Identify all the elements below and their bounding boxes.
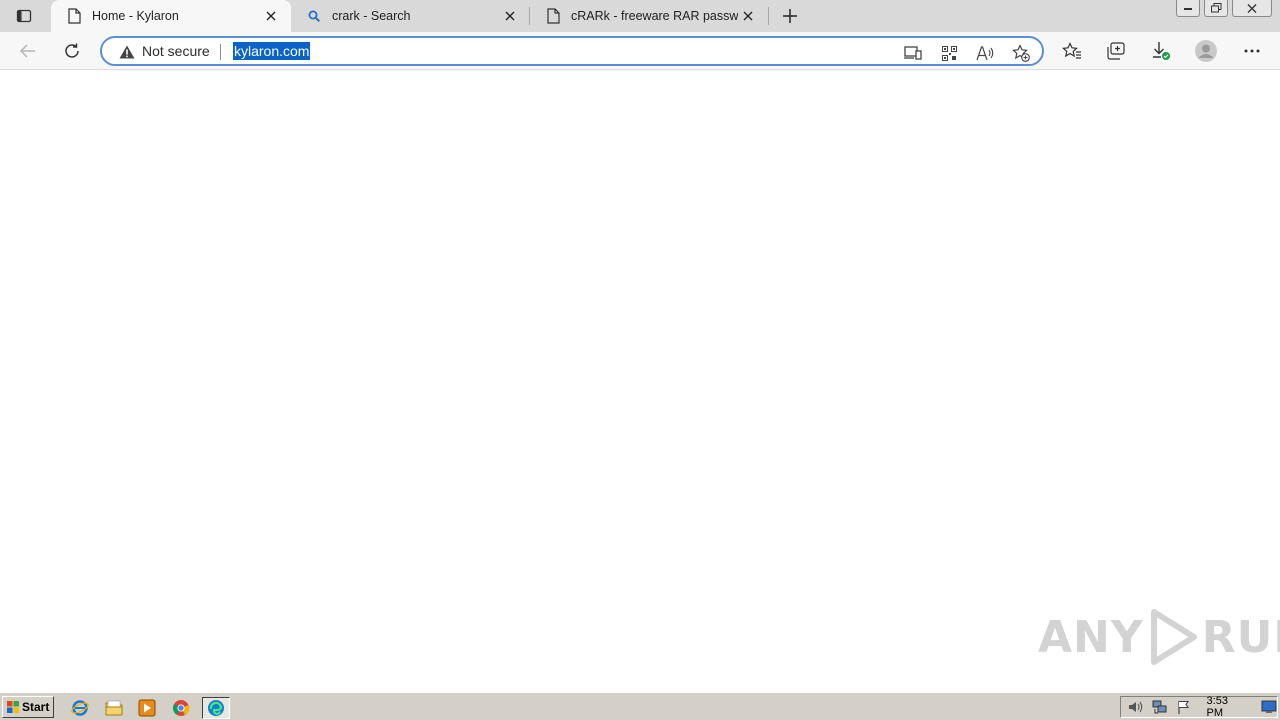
browser-toolbar: Not secure kylaron.com: [0, 32, 1280, 70]
close-icon: [1247, 3, 1257, 13]
profile-button[interactable]: [1192, 37, 1220, 65]
chrome-icon: [173, 700, 190, 716]
app-install-icon: [904, 46, 922, 60]
tab-title: crark - Search: [332, 9, 411, 23]
ie-icon: [71, 700, 89, 716]
new-tab-button[interactable]: [778, 4, 802, 28]
app-available-button[interactable]: [902, 42, 924, 64]
warning-icon: [119, 45, 135, 59]
tab-home-kylaron[interactable]: Home - Kylaron: [51, 0, 291, 32]
quicklaunch-media-player[interactable]: [136, 697, 158, 719]
favorites-icon: [1062, 42, 1081, 59]
add-favorite-button[interactable]: [1010, 42, 1032, 64]
tab-title: Home - Kylaron: [92, 9, 179, 23]
restore-icon: [1210, 3, 1221, 13]
refresh-icon: [65, 43, 79, 58]
qr-code-button[interactable]: [938, 42, 960, 64]
download-icon: [1153, 42, 1170, 60]
star-add-icon: [1012, 44, 1030, 62]
flag-icon: [1178, 700, 1189, 714]
taskbar-clock[interactable]: 3:53 PM: [1207, 695, 1248, 719]
settings-more-button[interactable]: [1238, 37, 1266, 65]
minimize-icon: [1184, 8, 1192, 10]
close-tab-icon[interactable]: [261, 6, 281, 26]
collections-icon: [1107, 42, 1125, 60]
tab-crark-search[interactable]: crark - Search: [291, 0, 530, 32]
tab-strip: Home - Kylaron crark - Search cRARk - fr…: [0, 0, 1280, 32]
url-text[interactable]: kylaron.com: [233, 42, 311, 60]
collections-button[interactable]: [1102, 37, 1130, 65]
show-desktop-icon[interactable]: [1261, 700, 1277, 714]
window-controls: [1172, 0, 1272, 18]
folder-icon: [105, 700, 123, 716]
tab-separator: [768, 7, 769, 25]
refresh-button[interactable]: [58, 37, 86, 65]
network-icon: [1152, 700, 1167, 714]
close-window-button[interactable]: [1232, 0, 1272, 17]
minimize-button[interactable]: [1176, 0, 1200, 17]
tray-volume-button[interactable]: [1127, 699, 1145, 715]
anyrun-watermark: ANY RUN: [1038, 608, 1280, 666]
favorites-button[interactable]: [1058, 37, 1086, 65]
close-tab-icon[interactable]: [738, 6, 758, 26]
taskbar: Start 3:53 PM: [0, 692, 1280, 720]
tab-actions-button[interactable]: [8, 4, 40, 28]
tab-crark-freeware[interactable]: cRARk - freeware RAR password: [530, 0, 768, 32]
quicklaunch-ie[interactable]: [69, 697, 91, 719]
start-label: Start: [22, 700, 50, 714]
tab-actions-icon: [16, 9, 32, 23]
system-tray: 3:53 PM: [1120, 695, 1278, 719]
back-button[interactable]: [14, 37, 42, 65]
restore-button[interactable]: [1204, 0, 1228, 17]
media-player-icon: [138, 699, 156, 717]
tray-network-button[interactable]: [1151, 699, 1169, 715]
address-divider: [220, 44, 221, 60]
avatar-icon: [1195, 40, 1217, 62]
quicklaunch-chrome[interactable]: [170, 697, 192, 719]
edge-icon: [208, 700, 224, 716]
quicklaunch-explorer[interactable]: [103, 697, 125, 719]
watermark-text-right: RUN: [1201, 611, 1280, 663]
volume-icon: [1128, 701, 1143, 713]
search-icon: [306, 8, 322, 24]
arrow-left-icon: [19, 44, 35, 58]
quicklaunch-edge[interactable]: [202, 697, 230, 719]
start-button[interactable]: Start: [2, 696, 54, 718]
close-tab-icon[interactable]: [500, 6, 520, 26]
qr-code-icon: [941, 45, 957, 61]
page-icon: [66, 8, 82, 24]
address-bar[interactable]: Not secure kylaron.com: [100, 36, 1044, 66]
plus-icon: [783, 9, 797, 23]
read-aloud-icon: [976, 45, 994, 60]
watermark-text-left: ANY: [1038, 611, 1144, 663]
read-aloud-button[interactable]: [974, 42, 996, 64]
security-status-label[interactable]: Not secure: [142, 43, 210, 59]
windows-flag-icon: [7, 701, 19, 713]
page-content: [0, 71, 1280, 692]
tray-action-center-button[interactable]: [1175, 699, 1193, 715]
page-icon: [545, 8, 561, 24]
play-logo-icon: [1150, 609, 1197, 665]
more-icon: [1244, 49, 1260, 53]
downloads-button[interactable]: [1147, 37, 1175, 65]
tab-title: cRARk - freeware RAR password: [571, 9, 738, 23]
